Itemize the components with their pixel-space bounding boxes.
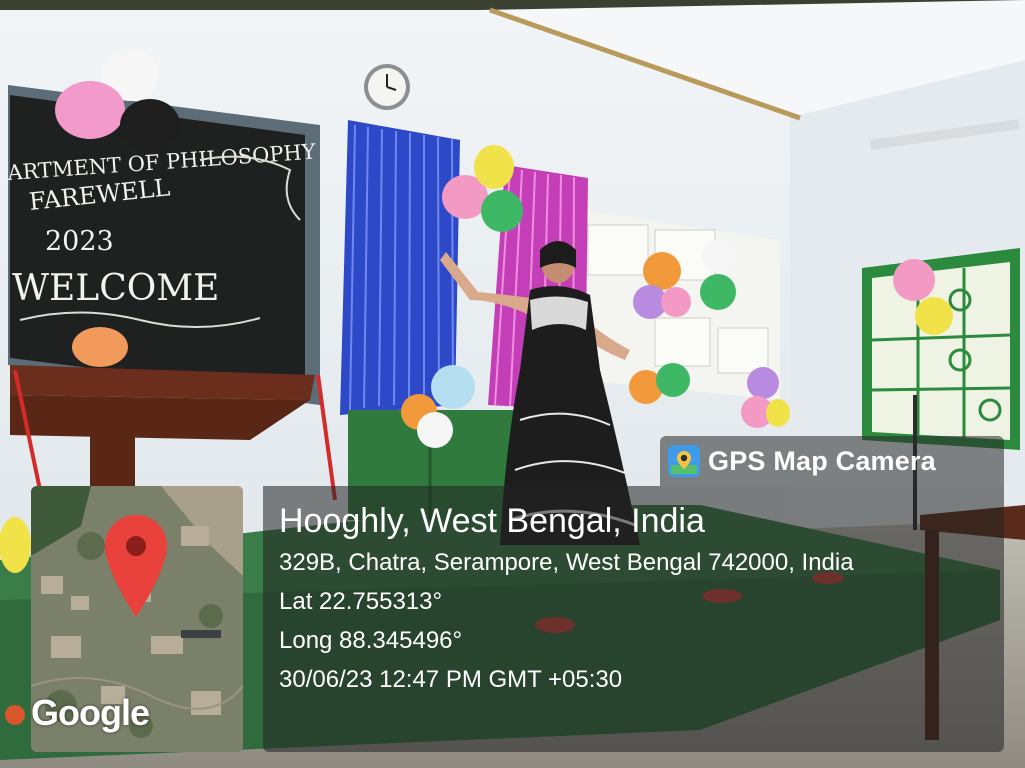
gps-map-camera-badge: GPS Map Camera <box>660 436 1004 486</box>
google-logo: Google <box>31 692 150 733</box>
longitude-line: Long 88.345496° <box>279 627 463 654</box>
map-pin-icon <box>105 515 167 617</box>
place-name: Hooghly, West Bengal, India <box>279 502 705 540</box>
map-thumbnail: Google <box>31 486 243 752</box>
app-name-label: GPS Map Camera <box>708 445 936 476</box>
latitude-line: Lat 22.755313° <box>279 588 443 615</box>
blackboard-line3: 2023 <box>45 226 114 257</box>
datetime-line: 30/06/23 12:47 PM GMT +05:30 <box>279 666 623 693</box>
address-line: 329B, Chatra, Serampore, West Bengal 742… <box>279 549 854 576</box>
blackboard-line4: WELCOME <box>12 268 219 309</box>
green-window <box>862 248 1020 450</box>
location-info-panel: Hooghly, West Bengal, India 329B, Chatra… <box>263 486 1004 752</box>
photo-scene: ARTMENT OF PHILOSOPHY FAREWELL 2023 WELC… <box>0 0 1025 768</box>
gps-map-camera-app-icon <box>668 445 700 477</box>
